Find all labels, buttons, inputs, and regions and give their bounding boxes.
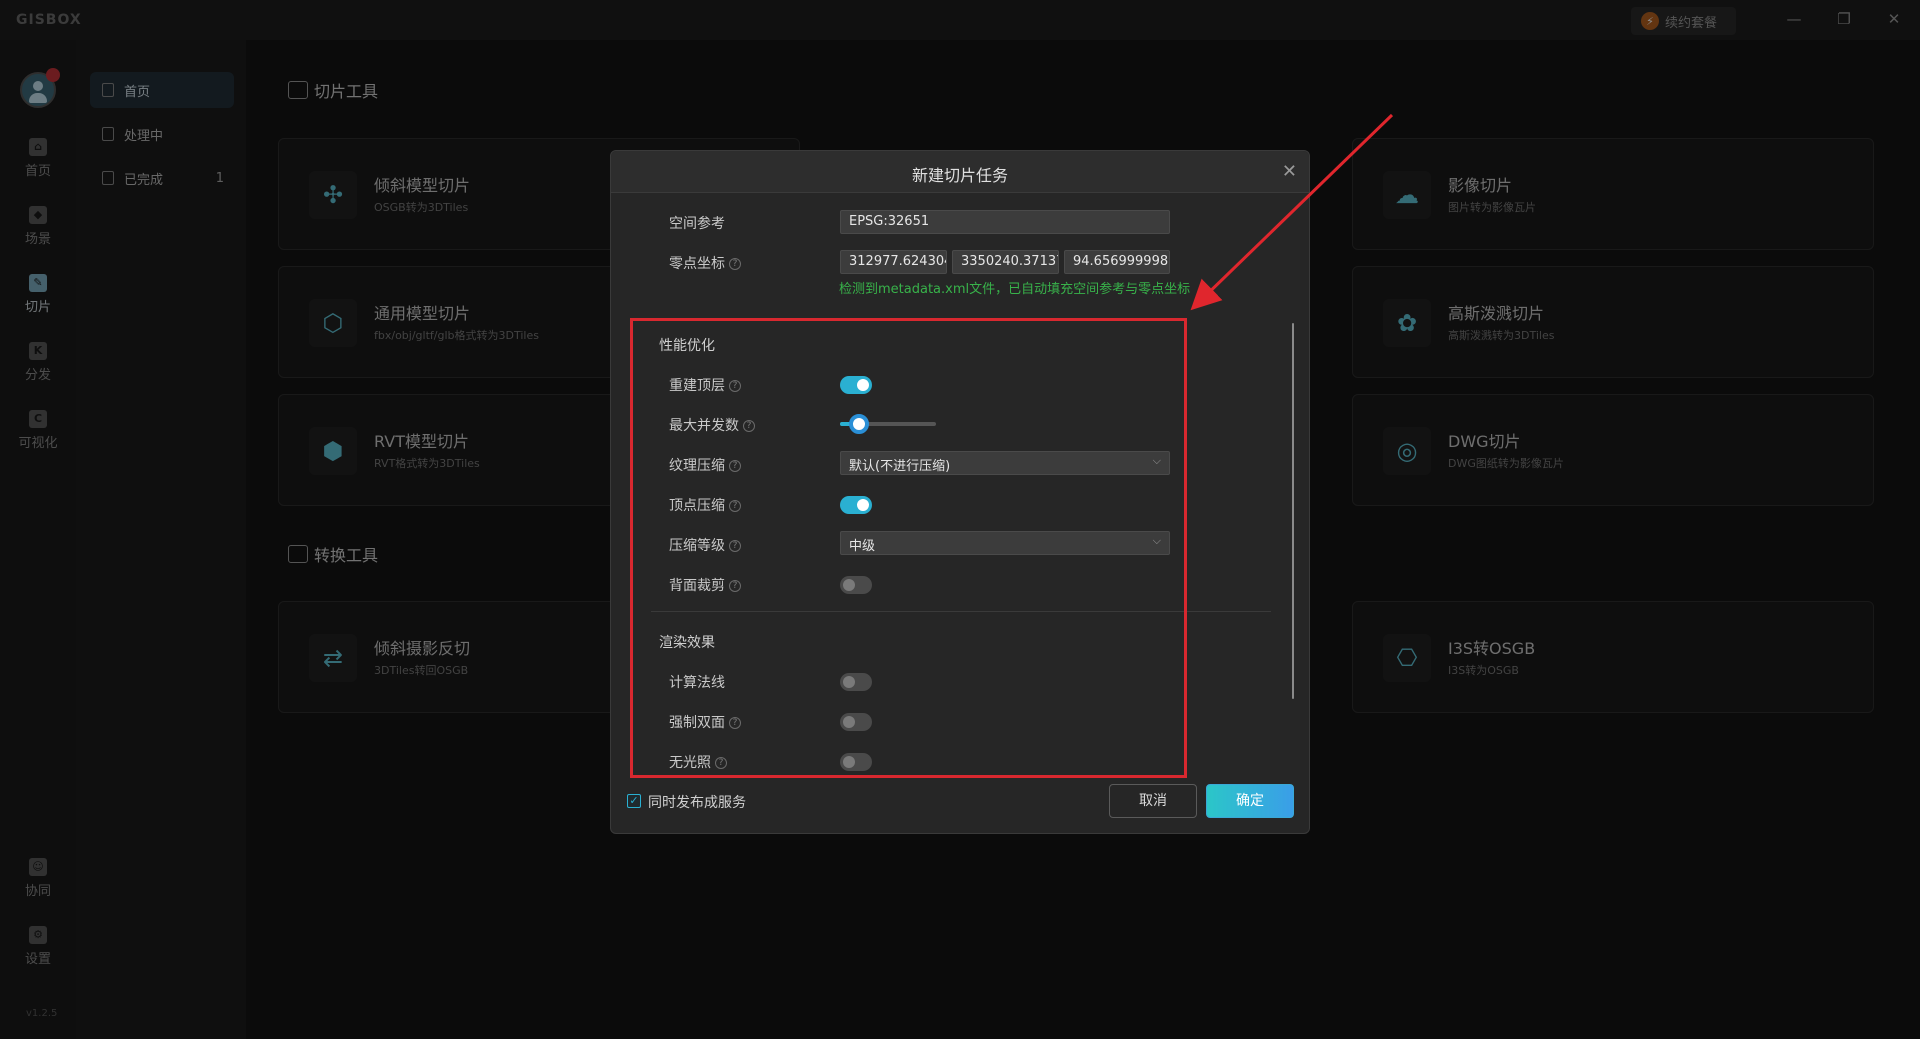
spatial-ref-input[interactable]: EPSG:32651 xyxy=(840,210,1170,234)
origin-label-text: 零点坐标 xyxy=(669,256,725,272)
help-icon[interactable]: ? xyxy=(729,258,741,270)
highlight-box xyxy=(630,318,1187,778)
metadata-hint: 检测到metadata.xml文件，已自动填充空间参考与零点坐标 xyxy=(839,282,1191,297)
scrollbar[interactable] xyxy=(1292,323,1294,699)
origin-label: 零点坐标? xyxy=(669,253,741,273)
origin-z-input[interactable]: 94.656999998 xyxy=(1064,250,1170,274)
confirm-button[interactable]: 确定 xyxy=(1206,784,1294,818)
publish-label: 同时发布成服务 xyxy=(648,795,746,811)
origin-y-input[interactable]: 3350240.371371 xyxy=(952,250,1059,274)
origin-x-input[interactable]: 312977.624304 xyxy=(840,250,947,274)
cancel-button[interactable]: 取消 xyxy=(1109,784,1197,818)
dialog-title: 新建切片任务 xyxy=(911,166,1008,185)
new-slice-task-dialog: 新建切片任务 ✕ 空间参考 EPSG:32651 零点坐标? 312977.62… xyxy=(610,150,1310,834)
dialog-header: 新建切片任务 ✕ xyxy=(611,151,1309,193)
close-icon[interactable]: ✕ xyxy=(1282,161,1297,182)
publish-checkbox[interactable]: ✓ xyxy=(627,794,641,808)
spatial-ref-label: 空间参考 xyxy=(669,216,725,232)
